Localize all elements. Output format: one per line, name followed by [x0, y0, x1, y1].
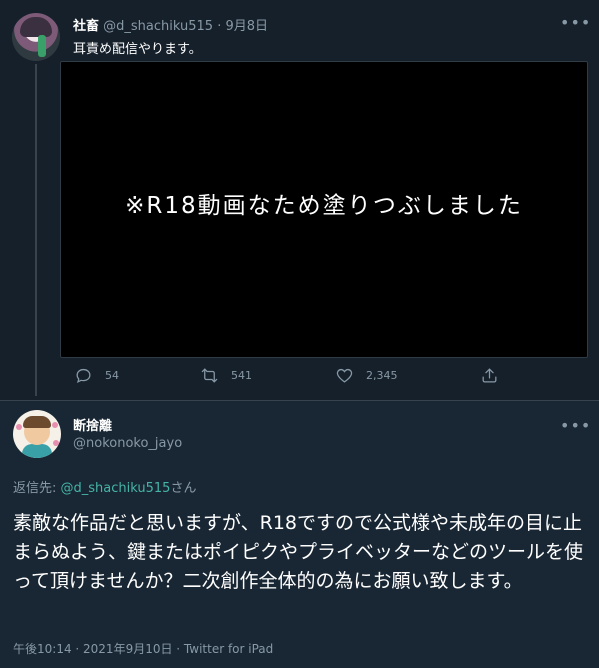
avatar-hair: [20, 17, 52, 37]
avatar-body: [22, 444, 52, 458]
retweet-button[interactable]: 541: [200, 366, 252, 385]
avatar-flower: [53, 440, 59, 446]
media-overlay-text: ※R18動画なため塗りつぶしました: [125, 193, 523, 219]
thread-connector-line: [35, 64, 37, 396]
more-horizontal-icon: •••: [560, 13, 592, 32]
like-count: 2,345: [366, 369, 398, 382]
share-button[interactable]: [480, 366, 499, 385]
like-button[interactable]: 2,345: [335, 366, 398, 385]
avatar-bottle: [38, 35, 46, 57]
share-icon: [482, 368, 497, 383]
avatar-flower: [52, 422, 58, 428]
tweet-text: 素敵な作品だと思いますが、R18ですので公式様や未成年の目に止まらぬよう、鍵また…: [13, 512, 584, 592]
handle[interactable]: @d_shachiku515: [103, 19, 213, 34]
tweet-header: 社畜 @d_shachiku515 · 9月8日: [73, 15, 268, 34]
reply-button[interactable]: 54: [74, 366, 119, 385]
display-name[interactable]: 断捨離: [73, 415, 112, 434]
more-options-button[interactable]: •••: [560, 418, 591, 434]
reply-prefix: 返信先:: [13, 481, 61, 496]
avatar[interactable]: [13, 410, 61, 458]
avatar-hair: [23, 416, 51, 428]
retweet-icon: [201, 368, 218, 383]
video-media[interactable]: ※R18動画なため塗りつぶしました: [60, 61, 588, 358]
reply-mention-link[interactable]: @d_shachiku515: [61, 481, 171, 496]
more-options-button[interactable]: •••: [560, 15, 591, 31]
reply-suffix: さん: [170, 481, 197, 496]
handle[interactable]: @nokonoko_jayo: [73, 436, 182, 451]
tweet-date[interactable]: 9月8日: [225, 19, 268, 34]
heart-icon: [336, 368, 353, 383]
tweet-timestamp-source[interactable]: 午後10:14 · 2021年9月10日 · Twitter for iPad: [13, 640, 273, 657]
more-horizontal-icon: •••: [560, 416, 592, 435]
reply-count: 54: [105, 369, 119, 382]
meta-separator: ·: [213, 19, 226, 34]
reply-icon: [76, 368, 91, 383]
display-name[interactable]: 社畜: [73, 19, 99, 34]
avatar-flower: [16, 424, 22, 430]
retweet-count: 541: [231, 369, 252, 382]
tweet-text: 耳責め配信やります。: [73, 42, 202, 57]
avatar[interactable]: [12, 13, 60, 61]
replying-to: 返信先: @d_shachiku515さん: [13, 477, 196, 496]
